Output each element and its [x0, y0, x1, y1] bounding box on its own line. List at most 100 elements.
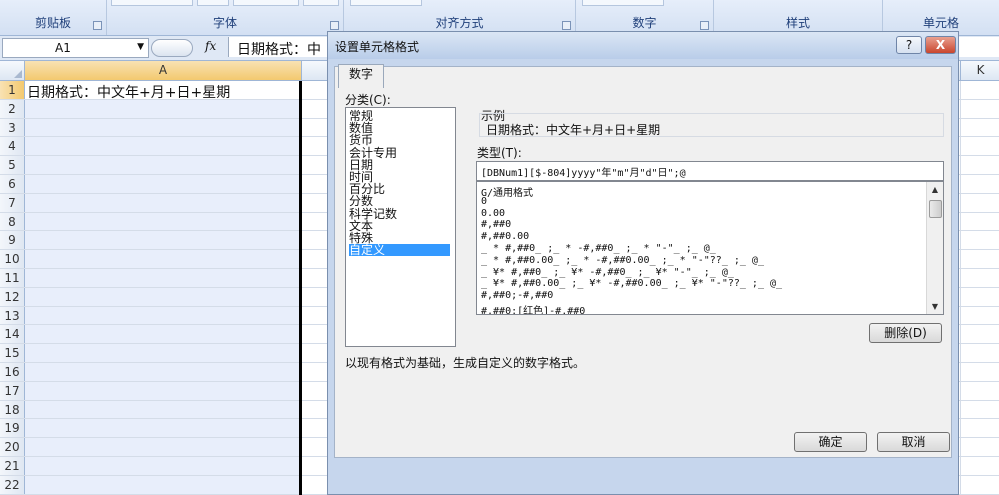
format-code-item[interactable]: _ ¥* #,##0_ ;_ ¥* -#,##0_ ;_ ¥* "-"_ ;_ … [481, 267, 734, 278]
cell-a[interactable] [25, 250, 300, 268]
cell-a[interactable] [25, 99, 300, 118]
dialog-launcher-icon[interactable] [562, 21, 571, 30]
cell-a[interactable] [25, 400, 300, 419]
row-header[interactable]: 16 [0, 363, 25, 381]
row-header[interactable]: 12 [0, 287, 25, 306]
help-button[interactable]: ? [896, 36, 922, 54]
cell-a[interactable] [25, 457, 300, 475]
cell-a[interactable] [25, 137, 300, 156]
category-item[interactable]: 货币 [349, 134, 450, 146]
format-code-item[interactable]: G/通用格式 [481, 184, 533, 199]
format-code-item[interactable]: _ * #,##0_ ;_ * -#,##0_ ;_ * "-"_ ;_ @_ [481, 243, 716, 254]
row-header[interactable]: 13 [0, 306, 25, 325]
row-header[interactable]: 6 [0, 175, 25, 193]
row-header[interactable]: 21 [0, 457, 25, 475]
format-code-list[interactable]: #,##0;[红色]-#,##0 #,##0;-#,##0 _ ¥* #,##0.0… [476, 181, 944, 315]
dialog-launcher-icon[interactable] [93, 21, 102, 30]
cell-a[interactable] [25, 156, 300, 174]
format-code-item[interactable]: #,##0;-#,##0 [481, 290, 553, 301]
row-header[interactable]: 8 [0, 212, 25, 231]
tab-number[interactable]: 数字 [338, 64, 384, 88]
category-item[interactable]: 自定义 [349, 244, 450, 257]
scroll-up-icon[interactable]: ▲ [927, 182, 943, 197]
ribbon-group-label: 对齐方式 [435, 16, 484, 30]
cell-a[interactable] [25, 175, 300, 193]
row-header[interactable]: 19 [0, 419, 25, 438]
row-header[interactable]: 15 [0, 344, 25, 362]
dialog-launcher-icon[interactable] [700, 21, 709, 30]
format-code-item[interactable]: #,##0;[红色]-#,##0 [481, 302, 585, 314]
scroll-down-icon[interactable]: ▼ [927, 299, 943, 314]
cell-a[interactable] [25, 118, 300, 137]
category-item[interactable]: 分数 [349, 195, 450, 207]
category-label: 分类(C): [345, 93, 391, 107]
ribbon-group-label: 单元格 [922, 16, 959, 30]
row-header[interactable]: 9 [0, 231, 25, 250]
row-header[interactable]: 22 [0, 475, 25, 494]
cell-a[interactable] [25, 287, 300, 306]
format-code-item[interactable]: #,##0 [481, 219, 511, 230]
cell-a[interactable] [25, 363, 300, 381]
format-list-scrollbar[interactable]: ▲ ▼ [926, 182, 943, 314]
ribbon-group-clipboard: 剪贴板 [0, 0, 107, 35]
category-item[interactable]: 时间 [349, 171, 450, 183]
ribbon-group-label: 样式 [785, 16, 810, 30]
ribbon-button[interactable] [111, 0, 193, 6]
cell-a[interactable] [25, 381, 300, 400]
ribbon-button[interactable] [233, 0, 299, 6]
format-code-item[interactable]: _ * #,##0.00_ ;_ * -#,##0.00_ ;_ * "-"??… [481, 255, 764, 266]
cell-a[interactable] [25, 231, 300, 250]
row-header[interactable]: 20 [0, 438, 25, 456]
ribbon-button[interactable] [303, 0, 339, 6]
format-code-item[interactable]: 0.00 [481, 208, 505, 219]
select-all-button[interactable] [0, 61, 25, 80]
row-header[interactable]: 18 [0, 400, 25, 419]
ribbon-button[interactable] [197, 0, 229, 6]
ribbon-button[interactable] [582, 0, 664, 6]
category-item[interactable]: 文本 [349, 220, 450, 232]
cell-a[interactable] [25, 269, 300, 287]
column-header-k[interactable]: K [960, 61, 999, 80]
row-header[interactable]: 1 [0, 81, 25, 99]
insert-function-icon[interactable]: fx [205, 39, 216, 53]
row-header[interactable]: 11 [0, 269, 25, 287]
format-code-item[interactable]: #,##0.00 [481, 231, 529, 242]
category-list[interactable]: 常规 数值 货币 会计专用 日期 时间 百分比 分数 科学记数 文本 特殊 自定义 [345, 107, 456, 347]
type-input[interactable]: [DBNum1][$-804]yyyy"年"m"月"d"日";@ [476, 161, 944, 181]
cell-a[interactable]: 日期格式：中文年+月+日+星期 [25, 81, 300, 101]
row-header[interactable]: 17 [0, 381, 25, 400]
cancel-button[interactable]: 取消 [877, 432, 950, 452]
category-item[interactable]: 科学记数 [349, 208, 450, 220]
formula-bar-expand-handle[interactable] [151, 39, 193, 57]
dialog-titlebar[interactable]: 设置单元格格式 ? X [328, 32, 958, 59]
cell-a[interactable] [25, 475, 300, 494]
row-header[interactable]: 5 [0, 156, 25, 174]
row-header[interactable]: 7 [0, 193, 25, 212]
scrollbar-thumb[interactable] [929, 200, 942, 218]
category-item[interactable]: 日期 [349, 159, 450, 171]
row-header[interactable]: 4 [0, 137, 25, 156]
name-box[interactable]: A1 ▼ [2, 38, 149, 58]
row-header[interactable]: 2 [0, 99, 25, 118]
row-header[interactable]: 10 [0, 250, 25, 268]
selection-border [299, 81, 302, 495]
ok-button[interactable]: 确定 [794, 432, 867, 452]
cell-a[interactable] [25, 438, 300, 456]
cell-a[interactable] [25, 344, 300, 362]
row-header[interactable]: 3 [0, 118, 25, 137]
cell-a[interactable] [25, 325, 300, 344]
dialog-launcher-icon[interactable] [330, 21, 339, 30]
format-code-item[interactable]: _ ¥* #,##0.00_ ;_ ¥* -#,##0.00_ ;_ ¥* "-… [481, 278, 782, 289]
category-item[interactable]: 会计专用 [349, 147, 450, 159]
cell-a[interactable] [25, 193, 300, 212]
example-value: 日期格式：中文年+月+日+星期 [486, 123, 661, 137]
ribbon-button[interactable] [350, 0, 422, 6]
cell-a[interactable] [25, 212, 300, 231]
cell-a[interactable] [25, 419, 300, 438]
chevron-down-icon[interactable]: ▼ [137, 42, 144, 52]
close-button[interactable]: X [925, 36, 956, 54]
cell-a[interactable] [25, 306, 300, 325]
delete-button[interactable]: 删除(D) [869, 323, 942, 343]
column-header-a[interactable]: A [25, 61, 302, 80]
row-header[interactable]: 14 [0, 325, 25, 344]
